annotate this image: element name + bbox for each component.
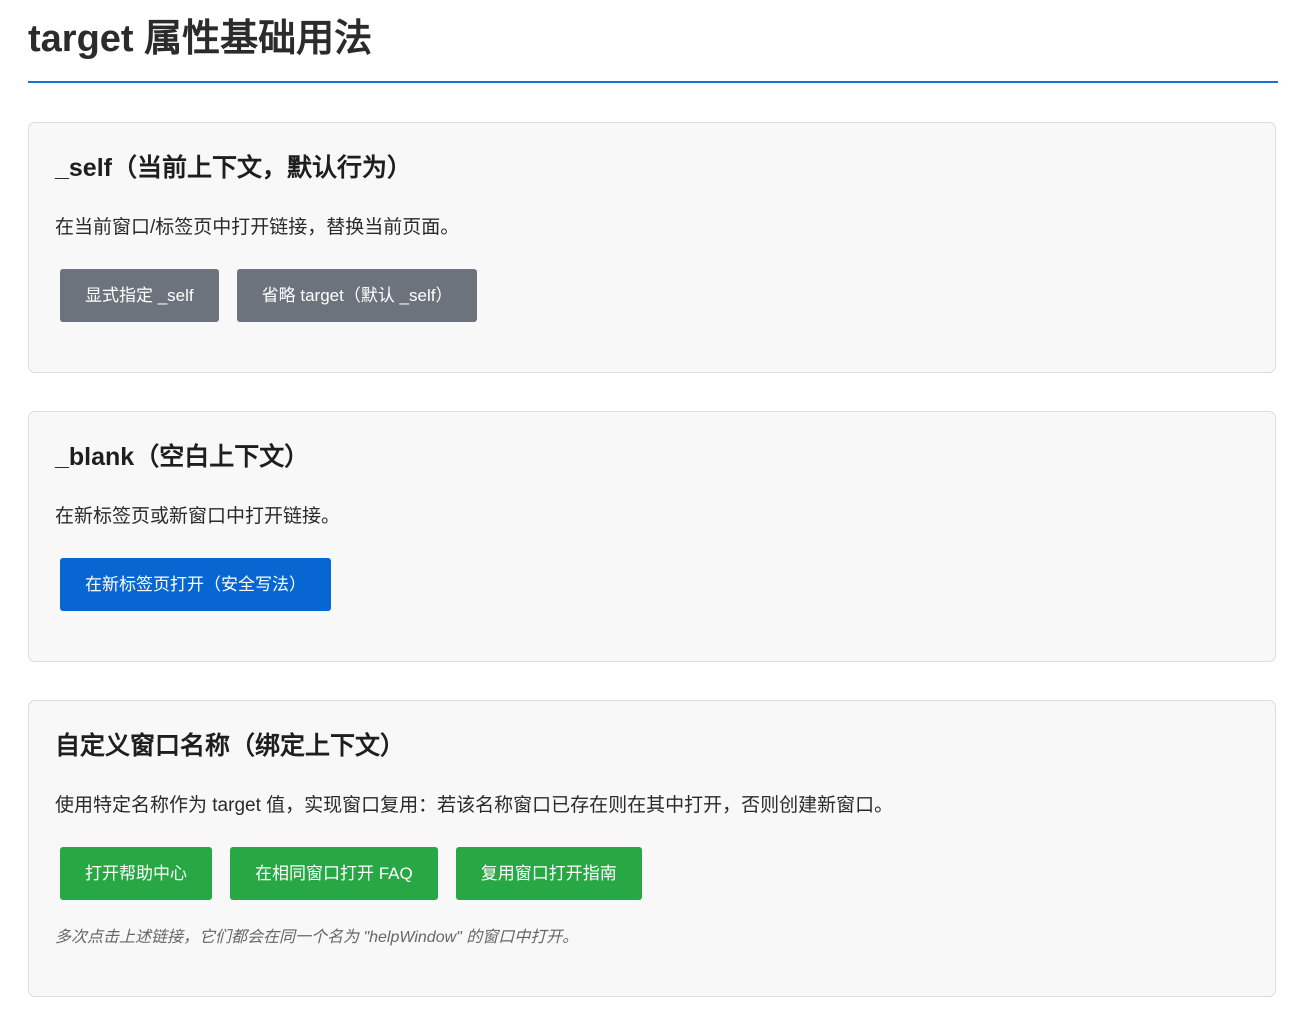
section-description: 使用特定名称作为 target 值，实现窗口复用：若该名称窗口已存在则在其中打开…: [55, 795, 894, 816]
section-blank: _blank（空白上下文） 在新标签页或新窗口中打开链接。 在新标签页打开（安全…: [28, 411, 1276, 662]
title-divider: [28, 81, 1278, 83]
section-title: 自定义窗口名称（绑定上下文）: [55, 732, 406, 760]
section-description: 在新标签页或新窗口中打开链接。: [55, 506, 341, 527]
open-guide-button[interactable]: 复用窗口打开指南: [455, 847, 642, 900]
page-title: target 属性基础用法: [28, 18, 373, 60]
usage-note: 多次点击上述链接，它们都会在同一个名为 "helpWindow" 的窗口中打开。: [55, 929, 579, 946]
open-new-tab-button[interactable]: 在新标签页打开（安全写法）: [60, 558, 331, 611]
section-title: _self（当前上下文，默认行为）: [55, 154, 412, 182]
section-description: 在当前窗口/标签页中打开链接，替换当前页面。: [55, 217, 460, 238]
section-title: _blank（空白上下文）: [55, 443, 310, 471]
button-row: 在新标签页打开（安全写法）: [60, 558, 331, 611]
open-faq-button[interactable]: 在相同窗口打开 FAQ: [230, 847, 438, 900]
section-named-window: 自定义窗口名称（绑定上下文） 使用特定名称作为 target 值，实现窗口复用：…: [28, 700, 1276, 997]
section-self: _self（当前上下文，默认行为） 在当前窗口/标签页中打开链接，替换当前页面。…: [28, 122, 1276, 373]
explicit-self-link-button[interactable]: 显式指定 _self: [60, 269, 219, 322]
button-row: 显式指定 _self 省略 target（默认 _self）: [60, 269, 478, 322]
default-self-link-button[interactable]: 省略 target（默认 _self）: [236, 269, 478, 322]
page-container: target 属性基础用法: [28, 0, 1278, 83]
button-row: 打开帮助中心 在相同窗口打开 FAQ 复用窗口打开指南: [60, 847, 642, 900]
open-help-center-button[interactable]: 打开帮助中心: [60, 847, 212, 900]
